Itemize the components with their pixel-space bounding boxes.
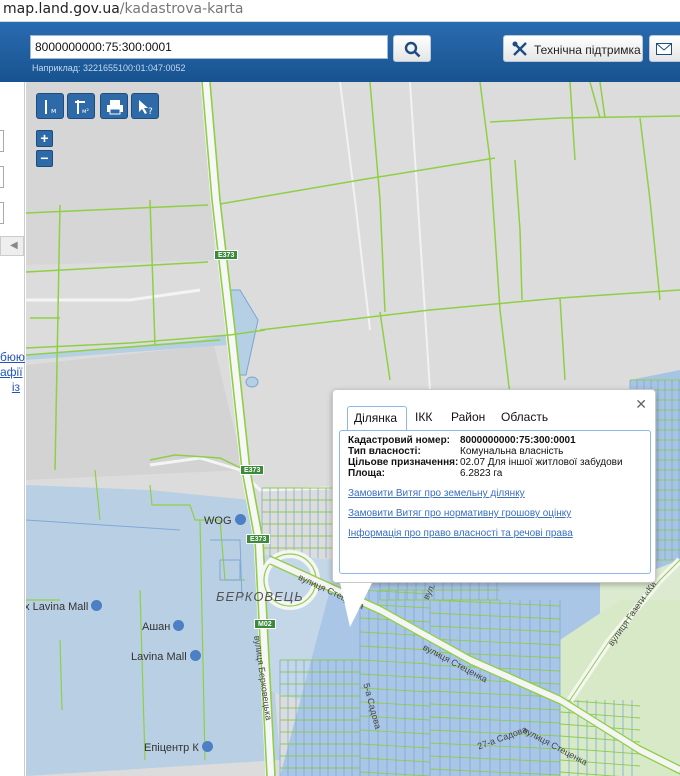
place-label-lavina: Lavina Mall <box>131 650 201 663</box>
left-panel-links: бюю афії із <box>0 350 25 395</box>
print-button[interactable] <box>100 93 128 119</box>
mail-button[interactable] <box>649 35 680 62</box>
poi-icon <box>173 620 185 631</box>
cadastral-search-input[interactable] <box>30 35 388 59</box>
left-panel-field[interactable] <box>0 166 4 188</box>
printer-icon <box>107 100 123 115</box>
ruler-m-icon: м <box>45 100 56 115</box>
tab-ikk[interactable]: ІКК <box>409 406 443 430</box>
ownership-info-link[interactable]: Інформація про право власності та речові… <box>348 528 573 539</box>
measure-area-button[interactable]: м² <box>67 93 95 119</box>
svg-text:м²: м² <box>82 108 90 115</box>
search-button[interactable] <box>393 35 431 62</box>
road-shield-e373: E373 <box>246 534 271 544</box>
svg-text:м: м <box>51 107 56 115</box>
svg-text:?: ? <box>148 107 153 116</box>
poi-icon <box>201 741 213 752</box>
left-link[interactable]: афії <box>0 365 23 380</box>
left-link[interactable]: бюю <box>0 350 25 365</box>
poi-icon <box>234 514 246 525</box>
tab-region[interactable]: Область <box>495 406 555 430</box>
identify-button[interactable]: ? <box>131 93 159 119</box>
minus-icon: − <box>40 150 49 166</box>
parcel-info-popup: ✕ Ділянка ІКК Район Область Кадастровий … <box>332 389 656 583</box>
tech-support-button[interactable]: Технічна підтримка <box>503 35 643 62</box>
place-label-epicentr: Епіцентр К <box>144 741 213 754</box>
search-icon <box>404 41 421 58</box>
left-panel-field[interactable] <box>0 130 4 152</box>
tab-district[interactable]: Район <box>445 406 493 430</box>
road-shield-e373: E373 <box>240 465 265 475</box>
road-shield-m02: M02 <box>254 619 276 629</box>
plus-icon: + <box>40 130 49 146</box>
tools-icon <box>512 41 527 56</box>
order-extract-link[interactable]: Замовити Витяг про земельну ділянку <box>348 488 525 499</box>
order-valuation-link[interactable]: Замовити Витяг про нормативну грошову оц… <box>348 508 571 519</box>
left-panel-scrollbar[interactable]: ◀ <box>0 236 24 256</box>
url-text: map.land.gov.ua/kadastrova-karta <box>3 1 244 17</box>
envelope-icon <box>656 43 672 55</box>
ruler-area-icon: м² <box>75 100 90 115</box>
scroll-left-icon: ◀ <box>10 240 18 251</box>
close-icon[interactable]: ✕ <box>635 396 647 413</box>
cursor-question-icon: ? <box>139 100 153 116</box>
left-panel: ◀ бюю афії із <box>0 82 25 776</box>
browser-address-bar[interactable]: map.land.gov.ua/kadastrova-karta <box>0 0 680 22</box>
popup-pointer <box>340 583 372 627</box>
road-shield-e373: E373 <box>214 250 239 260</box>
left-link[interactable]: із <box>0 380 20 395</box>
poi-icon <box>91 600 103 611</box>
zoom-out-button[interactable]: − <box>36 150 53 167</box>
tab-parcel[interactable]: Ділянка <box>347 406 407 430</box>
place-label-ex-lavina: ex Lavina Mall <box>26 600 103 613</box>
place-label-ashan: Ашан <box>142 620 185 633</box>
measure-distance-button[interactable]: м <box>36 93 64 119</box>
left-panel-field[interactable] <box>0 202 4 224</box>
poi-icon <box>189 650 201 661</box>
site-header: Наприклад: 3221655100:01:047:0052 Техніч… <box>0 22 680 82</box>
search-hint: Наприклад: 3221655100:01:047:0052 <box>32 63 186 73</box>
district-label-berkovets: БЕРКОВЕЦЬ <box>216 589 304 604</box>
popup-body: Кадастровий номер: 8000000000:75:300:0001… <box>339 430 651 574</box>
place-label-wog: WOG <box>204 514 246 527</box>
zoom-in-button[interactable]: + <box>36 130 53 147</box>
tech-support-label: Технічна підтримка <box>534 43 641 57</box>
